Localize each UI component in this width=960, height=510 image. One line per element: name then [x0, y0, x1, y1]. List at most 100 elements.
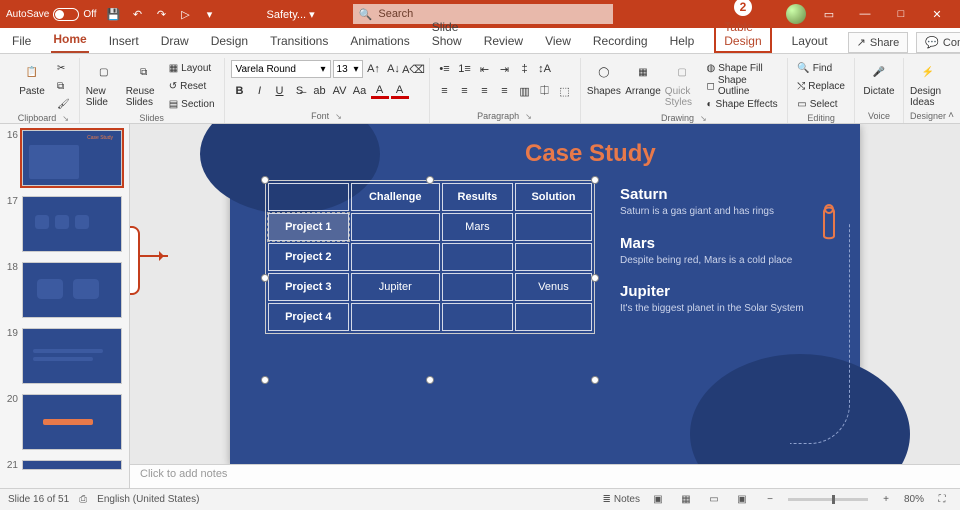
- replace-button[interactable]: ⤭Replace: [794, 78, 848, 94]
- slideshow-start-icon[interactable]: ▷: [177, 5, 195, 23]
- bold-button[interactable]: B: [231, 82, 249, 100]
- reading-view-icon[interactable]: ▭: [704, 492, 724, 508]
- underline-button[interactable]: U: [271, 82, 289, 100]
- new-slide-button[interactable]: ▢New Slide: [86, 60, 122, 108]
- autosave-toggle[interactable]: AutoSave Off: [6, 8, 97, 21]
- paste-button[interactable]: 📋Paste: [14, 60, 50, 97]
- tab-home[interactable]: Home: [51, 28, 88, 53]
- slide-thumbnail-18[interactable]: [22, 262, 122, 318]
- dictate-button[interactable]: 🎤Dictate: [861, 60, 897, 97]
- zoom-in-icon[interactable]: +: [876, 492, 896, 508]
- font-color-button[interactable]: A: [391, 84, 409, 99]
- table-cell[interactable]: Project 2: [268, 243, 349, 271]
- drawing-launcher-icon[interactable]: ↘: [700, 114, 707, 123]
- selection-handle[interactable]: [261, 274, 269, 282]
- collapse-ribbon-icon[interactable]: ˄: [948, 110, 954, 121]
- shrink-font-button[interactable]: A↓: [385, 60, 403, 78]
- tab-insert[interactable]: Insert: [107, 30, 141, 53]
- tab-view[interactable]: View: [543, 30, 573, 53]
- char-spacing-button[interactable]: AV: [331, 82, 349, 100]
- sorter-view-icon[interactable]: ▦: [676, 492, 696, 508]
- table-cell[interactable]: Project 3: [268, 273, 349, 301]
- shape-outline-button[interactable]: ◻Shape Outline: [704, 78, 782, 94]
- table-cell[interactable]: [442, 303, 513, 331]
- normal-view-icon[interactable]: ▣: [648, 492, 668, 508]
- notes-pane[interactable]: Click to add notes: [130, 464, 960, 488]
- table-cell[interactable]: [442, 243, 513, 271]
- clipboard-launcher-icon[interactable]: ↘: [62, 114, 69, 123]
- table-cell[interactable]: [515, 243, 592, 271]
- tab-help[interactable]: Help: [668, 30, 697, 53]
- selection-handle[interactable]: [591, 176, 599, 184]
- font-launcher-icon[interactable]: ↘: [335, 112, 342, 121]
- zoom-out-icon[interactable]: −: [760, 492, 780, 508]
- copy-button[interactable]: ⧉: [54, 78, 73, 94]
- strikethrough-button[interactable]: S̶: [291, 82, 309, 100]
- numbering-button[interactable]: 1≡: [456, 60, 474, 78]
- change-case-button[interactable]: Aa: [351, 82, 369, 100]
- tab-recording[interactable]: Recording: [591, 30, 650, 53]
- font-size-select[interactable]: 13▾: [333, 60, 363, 78]
- table-cell[interactable]: [515, 213, 592, 241]
- align-right-button[interactable]: ≡: [476, 82, 494, 100]
- find-button[interactable]: 🔍Find: [794, 60, 848, 76]
- selection-handle[interactable]: [591, 376, 599, 384]
- selection-handle[interactable]: [261, 376, 269, 384]
- tab-animations[interactable]: Animations: [348, 30, 411, 53]
- table-cell[interactable]: [351, 303, 440, 331]
- selection-handle[interactable]: [426, 376, 434, 384]
- accessibility-icon[interactable]: ⎙: [79, 494, 87, 505]
- share-button[interactable]: ↗Share: [848, 32, 909, 53]
- table-cell-selected[interactable]: Project 1: [268, 213, 349, 241]
- table-cell[interactable]: Jupiter: [351, 273, 440, 301]
- table-cell[interactable]: [351, 243, 440, 271]
- italic-button[interactable]: I: [251, 82, 269, 100]
- table-cell[interactable]: [442, 273, 513, 301]
- info-column[interactable]: SaturnSaturn is a gas giant and has ring…: [620, 186, 810, 332]
- table-header[interactable]: Solution: [515, 183, 592, 211]
- notes-toggle[interactable]: ≣Notes: [602, 494, 640, 505]
- toggle-off-icon[interactable]: [53, 8, 79, 21]
- tab-slideshow[interactable]: Slide Show: [430, 16, 464, 53]
- fit-window-icon[interactable]: ⛶: [932, 492, 952, 508]
- reset-button[interactable]: ↺Reset: [166, 78, 218, 94]
- slide-counter[interactable]: Slide 16 of 51: [8, 494, 69, 505]
- redo-icon[interactable]: ↷: [153, 5, 171, 23]
- slide-title[interactable]: Case Study: [525, 140, 656, 168]
- section-button[interactable]: ▤Section: [166, 96, 218, 112]
- tab-draw[interactable]: Draw: [159, 30, 191, 53]
- justify-button[interactable]: ≡: [496, 82, 514, 100]
- quick-styles-button[interactable]: ▢Quick Styles: [665, 60, 700, 108]
- table-header[interactable]: Challenge: [351, 183, 440, 211]
- language-label[interactable]: English (United States): [97, 494, 199, 505]
- selection-handle[interactable]: [261, 176, 269, 184]
- shape-fill-button[interactable]: ◍Shape Fill: [704, 60, 782, 76]
- shapes-button[interactable]: ◯Shapes: [587, 60, 622, 97]
- table-header[interactable]: [268, 183, 349, 211]
- reuse-slides-button[interactable]: ⧉Reuse Slides: [126, 60, 162, 108]
- tab-design[interactable]: Design: [209, 30, 250, 53]
- ribbon-display-icon[interactable]: ▭: [812, 0, 846, 28]
- minimize-icon[interactable]: —: [848, 0, 882, 28]
- slide-scroll[interactable]: 1 Select the specific cell to change the…: [130, 124, 960, 464]
- select-button[interactable]: ▭Select: [794, 96, 848, 112]
- undo-icon[interactable]: ↶: [129, 5, 147, 23]
- slide-thumbnail-17[interactable]: [22, 196, 122, 252]
- tab-table-design[interactable]: 2 Table Design: [714, 16, 771, 53]
- close-icon[interactable]: ✕: [920, 0, 954, 28]
- bullets-button[interactable]: •≡: [436, 60, 454, 78]
- font-name-select[interactable]: Varela Round▾: [231, 60, 331, 78]
- table-cell[interactable]: [351, 213, 440, 241]
- slide-canvas[interactable]: Case Study Challenge Results Solution Pr…: [230, 124, 860, 464]
- increase-indent-button[interactable]: ⇥: [496, 60, 514, 78]
- layout-button[interactable]: ▦Layout: [166, 60, 218, 76]
- decrease-indent-button[interactable]: ⇤: [476, 60, 494, 78]
- cut-button[interactable]: ✂: [54, 60, 73, 76]
- slide-thumbnail-16[interactable]: Case Study: [22, 130, 122, 186]
- document-title[interactable]: Safety... ▾: [267, 8, 315, 21]
- slide-thumbnail-20[interactable]: [22, 394, 122, 450]
- comments-button[interactable]: 💬Comments: [916, 32, 960, 53]
- line-spacing-button[interactable]: ‡: [516, 60, 534, 78]
- slideshow-view-icon[interactable]: ▣: [732, 492, 752, 508]
- zoom-slider[interactable]: [788, 498, 868, 501]
